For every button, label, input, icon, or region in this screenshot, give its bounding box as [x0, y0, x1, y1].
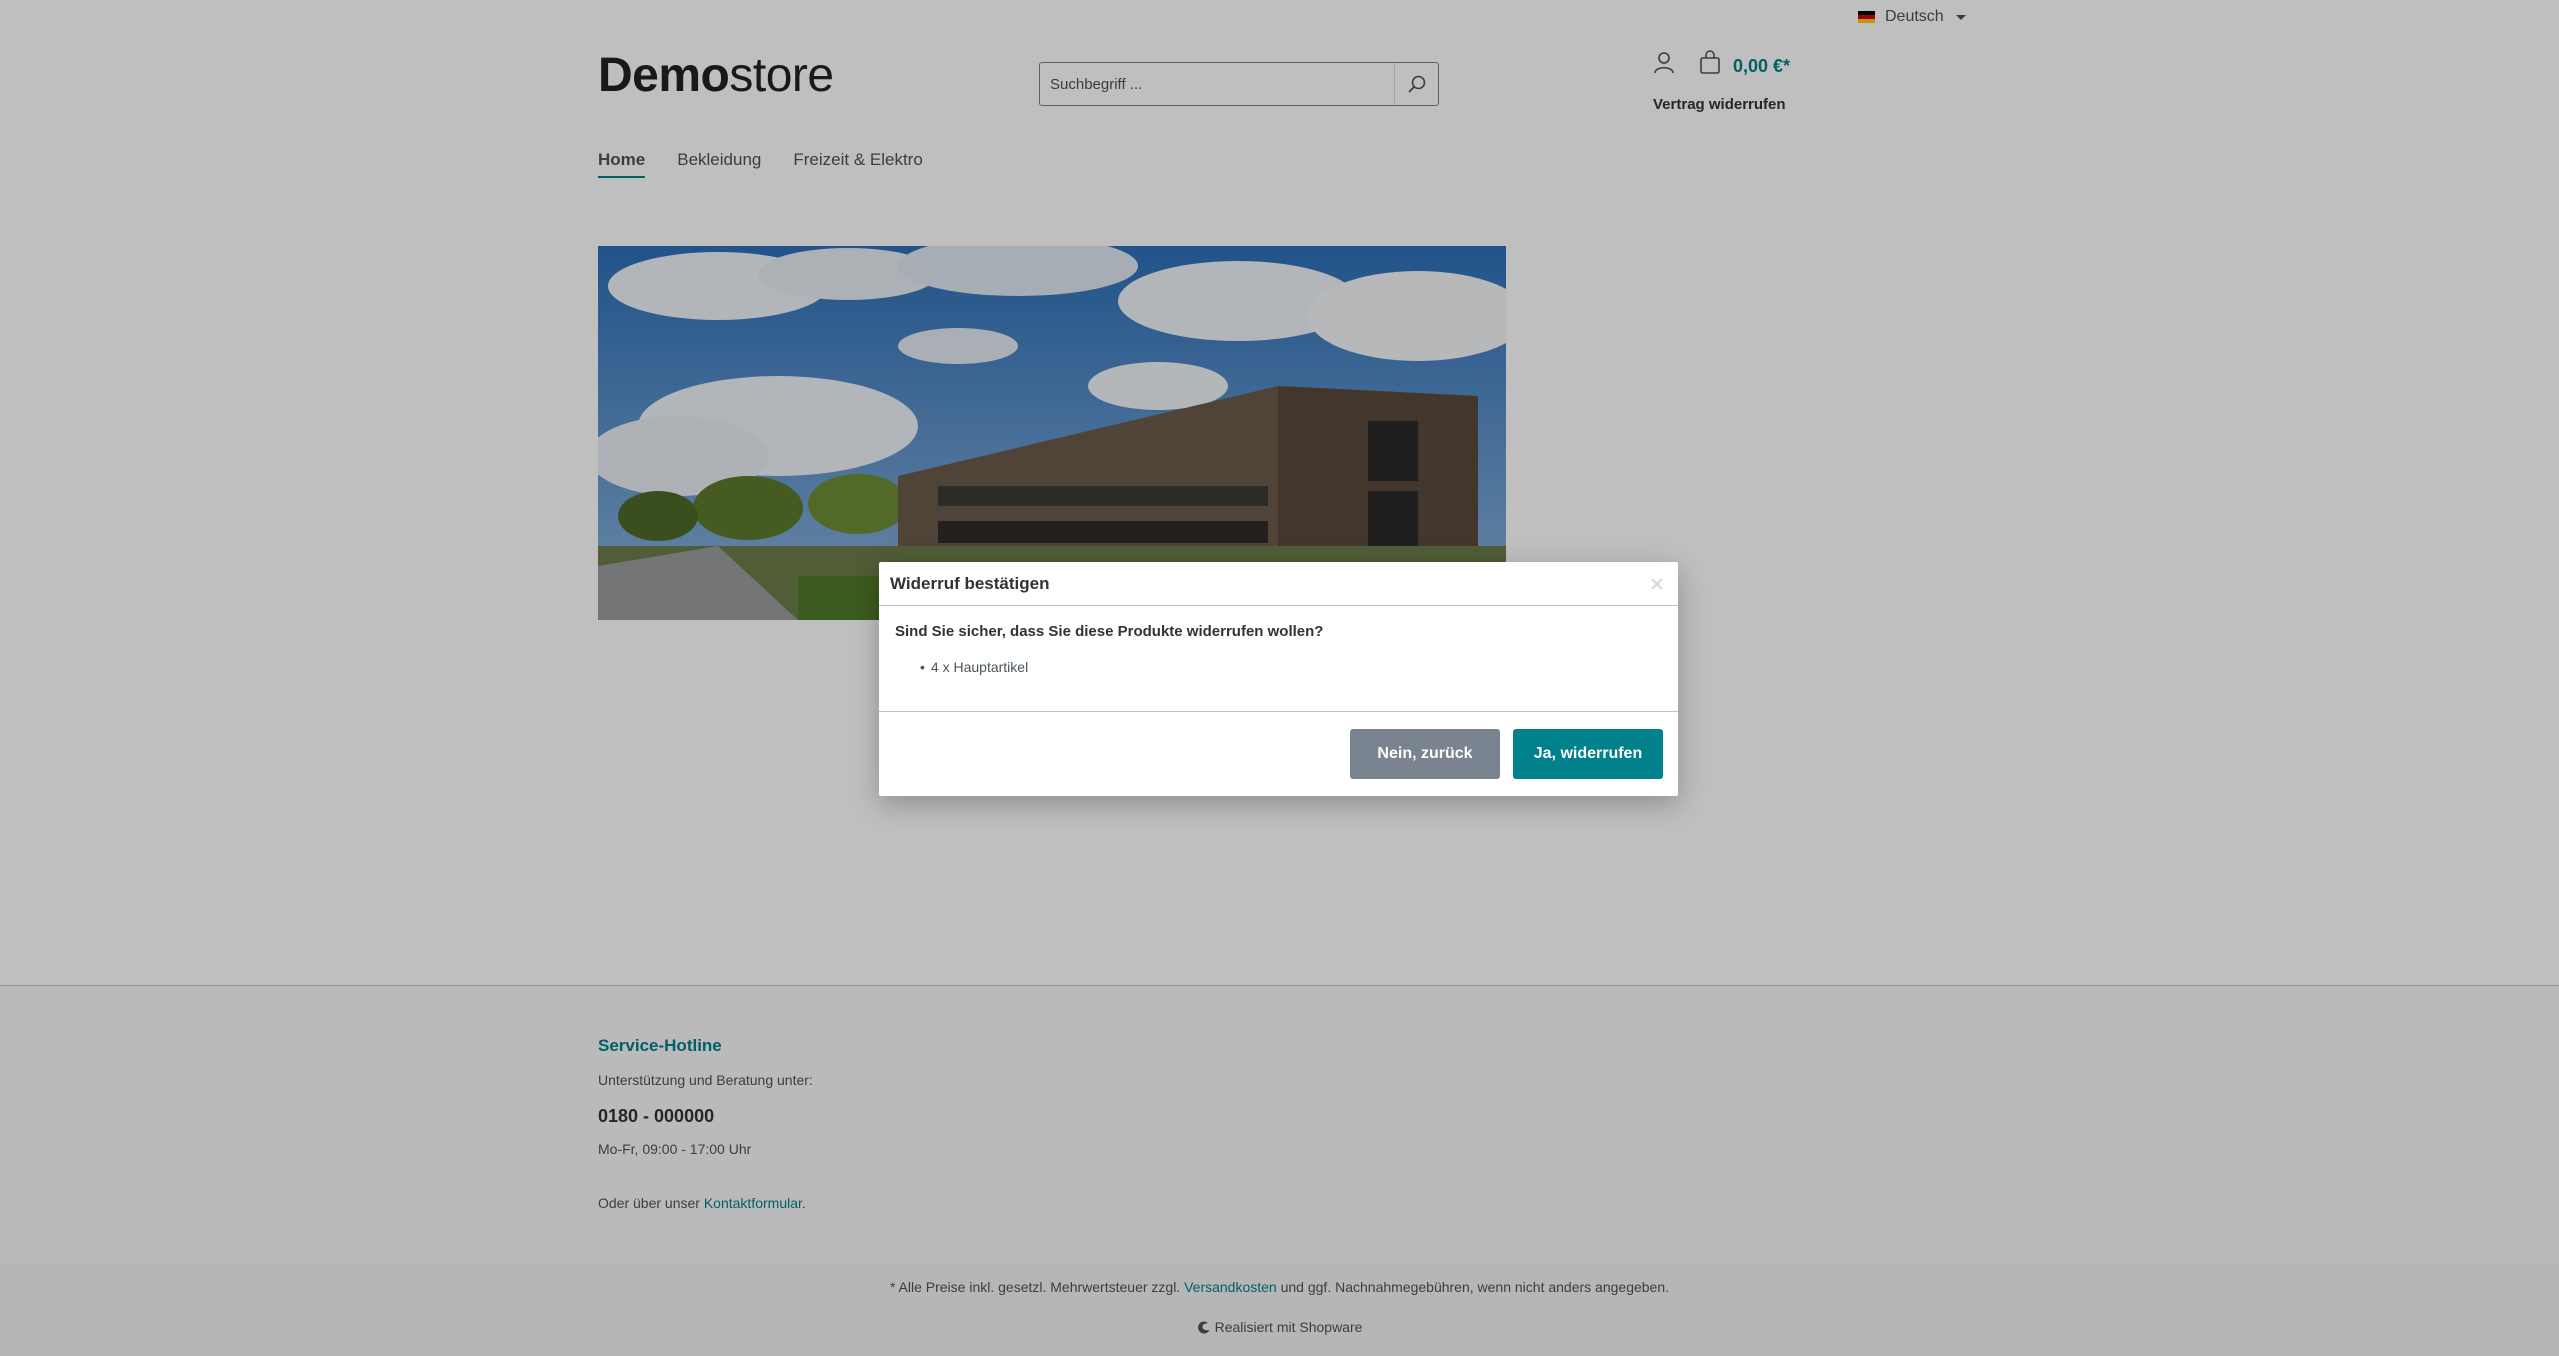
- modal-body: Sind Sie sicher, dass Sie diese Produkte…: [879, 606, 1678, 712]
- modal-title: Widerruf bestätigen: [890, 573, 1050, 593]
- cancel-button[interactable]: Nein, zurück: [1350, 729, 1500, 779]
- list-item: 4 x Hauptartikel: [920, 659, 1662, 675]
- modal-header: Widerruf bestätigen: [879, 562, 1678, 606]
- close-button[interactable]: [1642, 569, 1672, 599]
- confirm-revocation-modal: Widerruf bestätigen Sind Sie sicher, das…: [879, 562, 1678, 796]
- modal-question: Sind Sie sicher, dass Sie diese Produkte…: [895, 623, 1324, 640]
- close-icon: [1651, 577, 1663, 590]
- modal-footer: Nein, zurück Ja, widerrufen: [879, 712, 1678, 796]
- revoke-items-list: 4 x Hauptartikel: [895, 659, 1662, 675]
- confirm-revoke-button[interactable]: Ja, widerrufen: [1513, 729, 1663, 779]
